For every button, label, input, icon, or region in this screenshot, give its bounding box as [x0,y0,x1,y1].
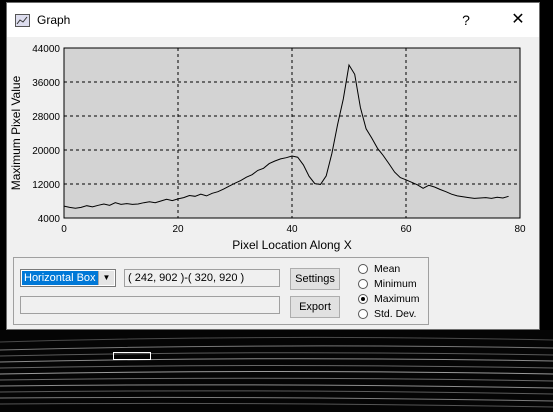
x-tick-label: 80 [514,224,526,235]
coordinates-field: ( 242, 902 )-( 320, 920 ) [124,269,280,287]
graph-app-icon [15,14,30,27]
x-tick-label: 20 [172,224,184,235]
radio-label: Std. Dev. [374,308,417,320]
control-panel: Horizontal Box ▼ ( 242, 902 )-( 320, 920… [13,257,429,325]
radio-label: Minimum [374,278,417,290]
region-type-value: Horizontal Box [22,271,98,285]
x-tick-label: 40 [286,224,298,235]
selection-box[interactable] [113,352,151,360]
close-button[interactable]: ✕ [495,3,541,37]
x-axis-label: Pixel Location Along X [232,238,351,252]
profile-chart: 0 20 40 60 80 4000 12000 20000 28000 36000 44000 P… [9,44,526,252]
radio-circle [358,309,368,319]
radio-label: Mean [374,263,401,275]
y-tick-label: 44000 [32,44,60,55]
title-bar[interactable]: Graph ? ✕ [7,3,539,37]
region-type-select[interactable]: Horizontal Box ▼ [20,269,116,287]
y-tick-label: 4000 [38,214,61,225]
y-axis-label: Maximum Pixel Value [9,75,23,190]
radio-circle [358,279,368,289]
status-field [20,296,280,314]
y-tick-label: 12000 [32,180,60,191]
y-tick-label: 36000 [32,78,60,89]
y-tick-label: 20000 [32,146,60,157]
radio-circle [358,294,368,304]
chevron-down-icon[interactable]: ▼ [98,271,114,285]
window-title: Graph [37,13,71,27]
settings-button[interactable]: Settings [290,268,340,290]
x-tick-label: 60 [400,224,412,235]
graph-window: Graph ? ✕ 0 20 40 60 80 4000 12000 20000 28000 36… [6,2,540,330]
radio-circle [358,264,368,274]
radio-label: Maximum [374,293,420,305]
export-button[interactable]: Export [290,296,340,318]
help-button[interactable]: ? [443,3,489,37]
y-tick-label: 28000 [32,112,60,123]
x-tick-label: 0 [61,224,67,235]
